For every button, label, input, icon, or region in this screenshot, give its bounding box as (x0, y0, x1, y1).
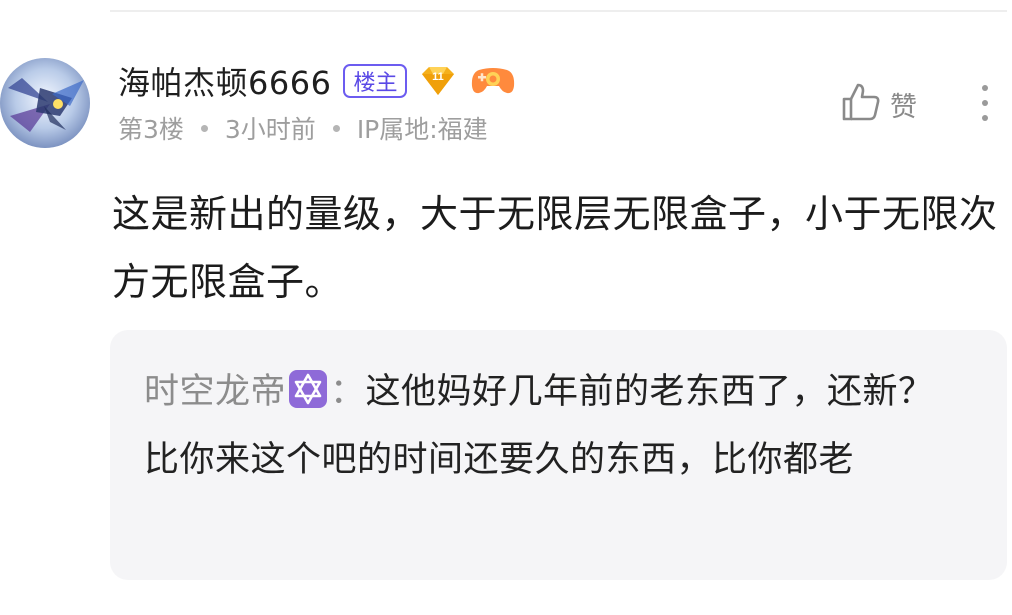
post-time: 3小时前 (224, 115, 316, 144)
owner-badge: 楼主 (343, 64, 408, 98)
quote-colon: ： (330, 372, 366, 412)
separator-dot (332, 124, 340, 132)
quoted-reply-text-block: 时空龙帝 ：这他妈好几年前的老东西了，还新？比你来这个吧的时间还要久的东西，比你都… (144, 358, 947, 494)
ip-location: IP属地:福建 (356, 115, 488, 144)
floor-number: 第3楼 (118, 115, 184, 144)
avatar[interactable] (0, 58, 90, 148)
level-number: 11 (433, 71, 445, 83)
more-options-icon[interactable] (970, 82, 1000, 126)
quoted-author[interactable]: 时空龙帝 (144, 372, 286, 412)
comment-card: 海帕杰顿6666 楼主 11 第3楼 3小时前 IP属地:福建 赞 这是新出的量… (0, 0, 1012, 615)
author-row: 海帕杰顿6666 楼主 11 (118, 58, 517, 104)
comment-meta: 第3楼 3小时前 IP属地:福建 (118, 108, 488, 148)
gamepad-icon[interactable] (469, 64, 517, 98)
username[interactable]: 海帕杰顿6666 (118, 58, 331, 104)
like-label: 赞 (890, 91, 917, 123)
diamond-level-icon[interactable]: 11 (417, 64, 459, 98)
thumbs-up-icon (840, 81, 882, 127)
star-of-david-emoji (288, 369, 328, 409)
like-button[interactable]: 赞 (840, 82, 917, 126)
quoted-reply[interactable]: 时空龙帝 ：这他妈好几年前的老东西了，还新？比你来这个吧的时间还要久的东西，比你都… (110, 330, 1007, 580)
separator-dot (200, 124, 208, 132)
divider (110, 10, 1007, 12)
comment-text: 这是新出的量级，大于无限层无限盒子，小于无限次方无限盒子。 (112, 192, 998, 304)
